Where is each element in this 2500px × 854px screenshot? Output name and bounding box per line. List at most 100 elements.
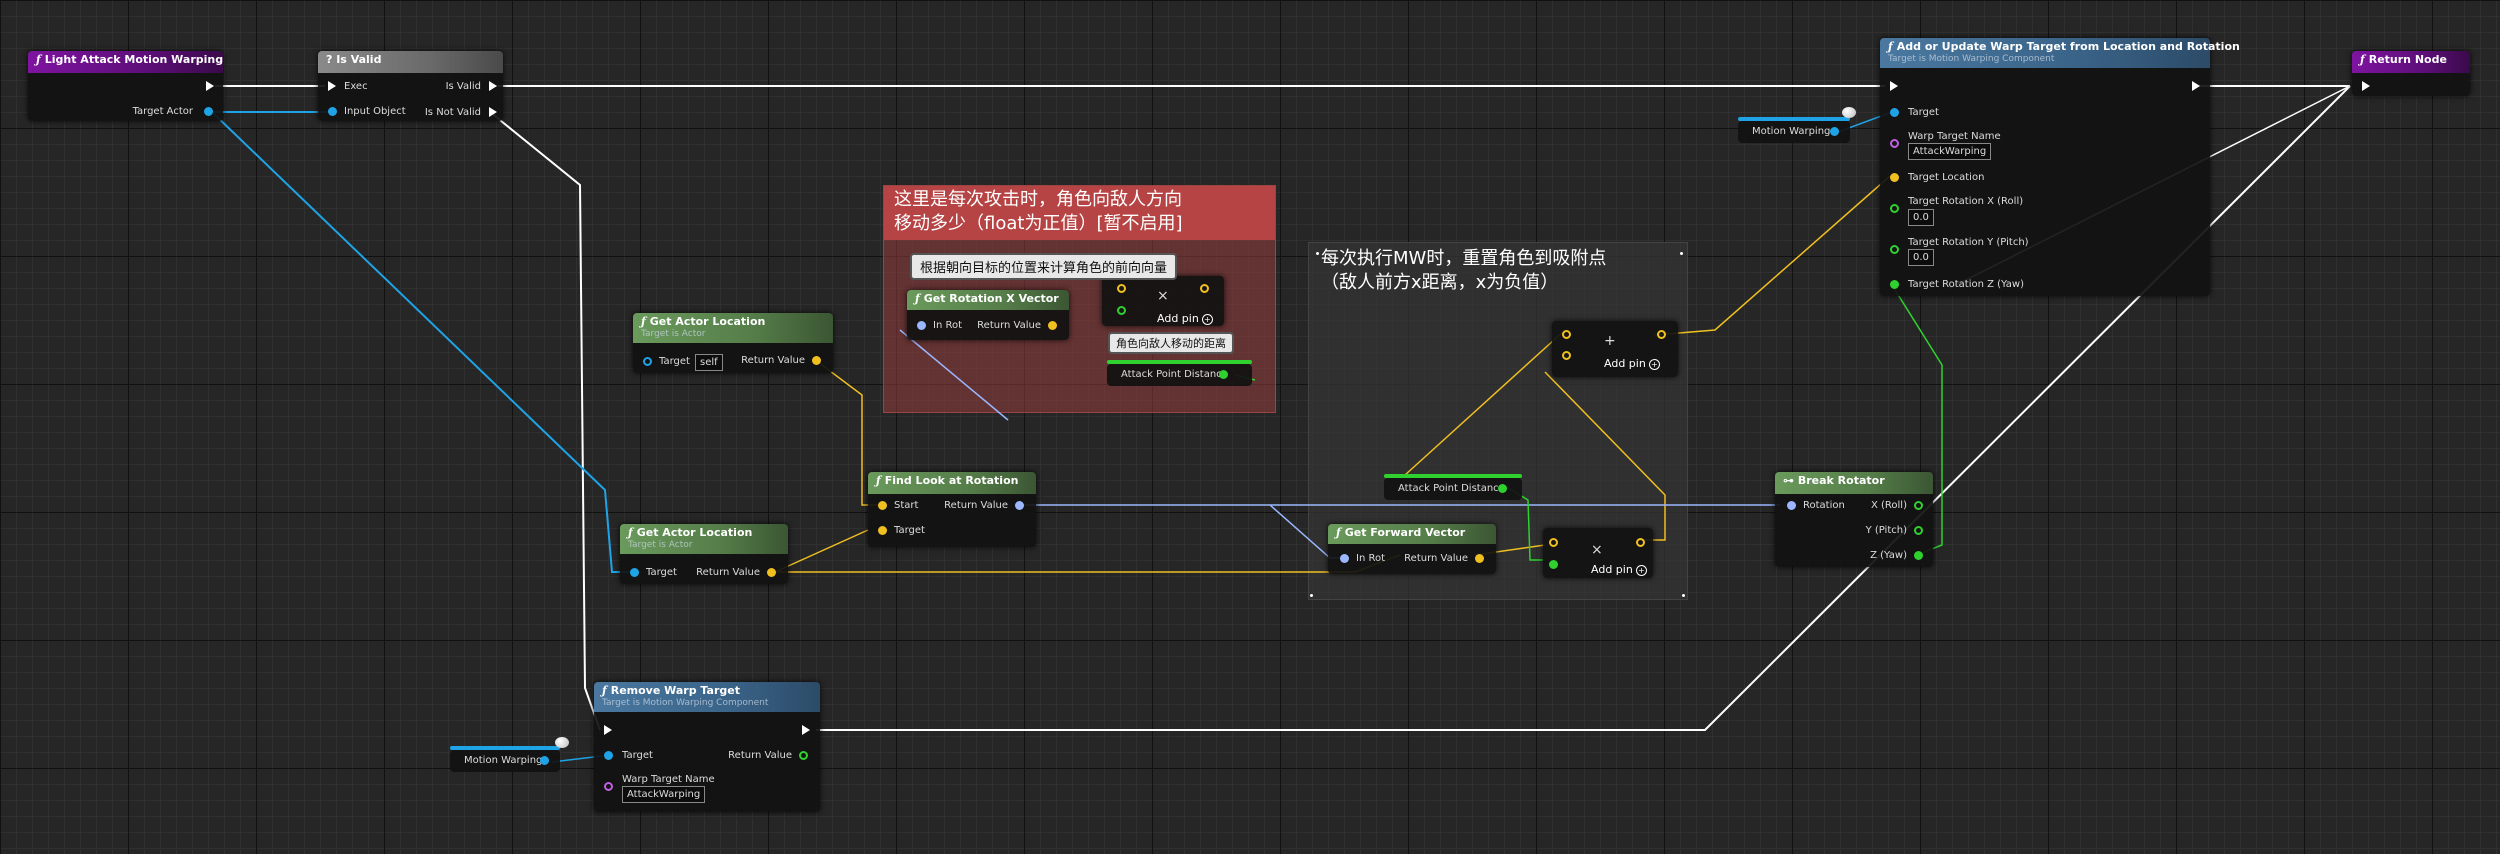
pin-label: Input Object bbox=[344, 106, 406, 117]
comment-corner bbox=[1310, 594, 1313, 597]
target-actor-pin[interactable] bbox=[204, 107, 213, 116]
input-a-pin[interactable] bbox=[1549, 538, 1558, 547]
warp-target-name-pin[interactable] bbox=[1890, 139, 1899, 148]
rotation-y-field[interactable]: 0.0 bbox=[1908, 249, 1934, 266]
input-object-pin[interactable] bbox=[328, 107, 337, 116]
warp-target-name-field[interactable]: AttackWarping bbox=[1908, 143, 1992, 160]
node-header: ƒ Add or Update Warp Target from Location… bbox=[1880, 38, 2240, 68]
exec-in-pin[interactable] bbox=[1890, 81, 1898, 91]
warp-target-name-field[interactable]: AttackWarping bbox=[622, 786, 706, 803]
variable-motion-warping-top[interactable]: Motion Warping bbox=[1738, 121, 1850, 143]
variable-label: Attack Point Distance bbox=[1398, 483, 1505, 494]
node-get-actor-location-1[interactable]: ƒ Get Actor Location Target is Actor Targ… bbox=[633, 313, 833, 373]
output-pin[interactable] bbox=[1636, 538, 1645, 547]
node-get-forward-vector[interactable]: ƒ Get Forward Vector In Rot Return Value bbox=[1328, 524, 1496, 574]
variable-motion-warping-bottom[interactable]: Motion Warping bbox=[450, 750, 560, 772]
add-pin-button[interactable]: Add pin + bbox=[1604, 357, 1660, 370]
variable-sphere-icon bbox=[555, 737, 569, 748]
pin-label: In Rot bbox=[1356, 553, 1386, 564]
z-yaw-pin[interactable] bbox=[1914, 551, 1923, 560]
in-rot-pin[interactable] bbox=[1340, 554, 1349, 563]
node-multiply-1[interactable]: × Add pin + bbox=[1102, 276, 1224, 326]
variable-out-pin[interactable] bbox=[1830, 127, 1839, 136]
node-return[interactable]: ƒ Return Node bbox=[2352, 51, 2470, 96]
node-header: ƒ Get Actor Location Target is Actor bbox=[620, 524, 788, 554]
exec-in-pin[interactable] bbox=[328, 81, 336, 91]
variable-attack-point-distance-2[interactable]: Attack Point Distance bbox=[1384, 478, 1522, 500]
target-pin[interactable] bbox=[604, 751, 613, 760]
add-pin-button[interactable]: Add pin + bbox=[1157, 312, 1213, 325]
exec-in-pin[interactable] bbox=[2362, 81, 2370, 91]
input-b-pin[interactable] bbox=[1549, 560, 1558, 569]
node-remove-warp-target[interactable]: ƒ Remove Warp Target Target is Motion War… bbox=[594, 682, 820, 812]
variable-attack-point-distance-1[interactable]: Attack Point Distance bbox=[1107, 364, 1252, 386]
variable-out-pin[interactable] bbox=[1498, 484, 1507, 493]
x-roll-pin[interactable] bbox=[1914, 501, 1923, 510]
pin-label: Target Rotation Z (Yaw) bbox=[1908, 279, 2024, 290]
target-pin[interactable] bbox=[630, 568, 639, 577]
input-a-pin[interactable] bbox=[1562, 330, 1571, 339]
return-value-pin[interactable] bbox=[812, 356, 821, 365]
warp-target-name-pin[interactable] bbox=[604, 782, 613, 791]
in-rot-pin[interactable] bbox=[917, 321, 926, 330]
comment-corner bbox=[1316, 252, 1319, 255]
vector-wire bbox=[775, 554, 1401, 573]
node-entry[interactable]: ƒ Light Attack Motion Warping Target Acto… bbox=[28, 51, 223, 121]
node-add-vector[interactable]: + Add pin + bbox=[1552, 321, 1678, 377]
comment-title-line: 这里是每次攻击时，角色向敌人方向 bbox=[894, 189, 1182, 210]
exec-out-pin[interactable] bbox=[802, 725, 810, 735]
target-pin[interactable] bbox=[643, 357, 652, 366]
node-get-rotation-x-vector[interactable]: ƒ Get Rotation X Vector In Rot Return Val… bbox=[907, 290, 1069, 340]
return-value-pin[interactable] bbox=[1015, 501, 1024, 510]
node-title: Get Forward Vector bbox=[1344, 526, 1466, 539]
rotation-pin[interactable] bbox=[1787, 501, 1796, 510]
target-location-pin[interactable] bbox=[1890, 173, 1899, 182]
node-header: ƒ Get Rotation X Vector bbox=[907, 290, 1069, 310]
output-pin[interactable] bbox=[1200, 284, 1209, 293]
pin-label: Warp Target Name bbox=[622, 774, 715, 785]
add-pin-button[interactable]: Add pin + bbox=[1591, 563, 1647, 576]
target-rotation-x-pin[interactable] bbox=[1890, 204, 1899, 213]
variable-out-pin[interactable] bbox=[1219, 370, 1228, 379]
function-icon: ƒ bbox=[602, 684, 607, 697]
node-add-warp-target[interactable]: ƒ Add or Update Warp Target from Location… bbox=[1880, 38, 2240, 296]
target-pin[interactable] bbox=[878, 526, 887, 535]
return-value-pin[interactable] bbox=[799, 751, 808, 760]
exec-in-pin[interactable] bbox=[604, 725, 612, 735]
node-multiply-2[interactable]: × Add pin + bbox=[1543, 528, 1653, 578]
output-pin[interactable] bbox=[1657, 330, 1666, 339]
input-b-pin[interactable] bbox=[1117, 306, 1126, 315]
return-value-pin[interactable] bbox=[767, 568, 776, 577]
node-title: Return Node bbox=[2368, 53, 2447, 66]
comment-bubble-direction[interactable]: 根据朝向目标的位置来计算角色的前向向量 bbox=[910, 253, 1178, 280]
y-pitch-pin[interactable] bbox=[1914, 526, 1923, 535]
comment-bubble-distance[interactable]: 角色向敌人移动的距离 bbox=[1108, 332, 1234, 354]
node-find-look-at-rotation[interactable]: ƒ Find Look at Rotation Start Return Valu… bbox=[868, 472, 1036, 547]
return-value-pin[interactable] bbox=[1475, 554, 1484, 563]
input-b-pin[interactable] bbox=[1562, 351, 1571, 360]
start-pin[interactable] bbox=[878, 501, 887, 510]
input-a-pin[interactable] bbox=[1117, 284, 1126, 293]
node-break-rotator[interactable]: ⊶ Break Rotator Rotation X (Roll) Y (Pit… bbox=[1775, 472, 1933, 567]
exec-out-pin[interactable] bbox=[2192, 81, 2200, 91]
node-subtitle: Target is Actor bbox=[628, 540, 693, 550]
target-rotation-z-pin[interactable] bbox=[1890, 280, 1899, 289]
variable-label: Attack Point Distance bbox=[1121, 369, 1228, 380]
rotation-x-field[interactable]: 0.0 bbox=[1908, 209, 1934, 226]
plus-icon: + bbox=[1635, 565, 1647, 576]
return-value-pin[interactable] bbox=[1048, 321, 1057, 330]
target-pin[interactable] bbox=[1890, 108, 1899, 117]
node-header: ƒ Find Look at Rotation bbox=[868, 472, 1036, 494]
exec-out-pin[interactable] bbox=[206, 81, 214, 91]
variable-out-pin[interactable] bbox=[540, 756, 549, 765]
function-icon: ƒ bbox=[876, 474, 881, 487]
target-self-field[interactable]: self bbox=[695, 354, 723, 371]
pin-label: Target bbox=[622, 750, 653, 761]
is-not-valid-exec-pin[interactable] bbox=[489, 107, 497, 117]
is-valid-exec-pin[interactable] bbox=[489, 81, 497, 91]
plus-icon: + bbox=[1201, 314, 1213, 325]
target-rotation-y-pin[interactable] bbox=[1890, 245, 1899, 254]
break-icon: ⊶ bbox=[1783, 474, 1798, 487]
node-is-valid[interactable]: ? Is Valid Exec Is Valid Input Object Is… bbox=[318, 51, 503, 121]
node-get-actor-location-2[interactable]: ƒ Get Actor Location Target is Actor Targ… bbox=[620, 524, 788, 584]
